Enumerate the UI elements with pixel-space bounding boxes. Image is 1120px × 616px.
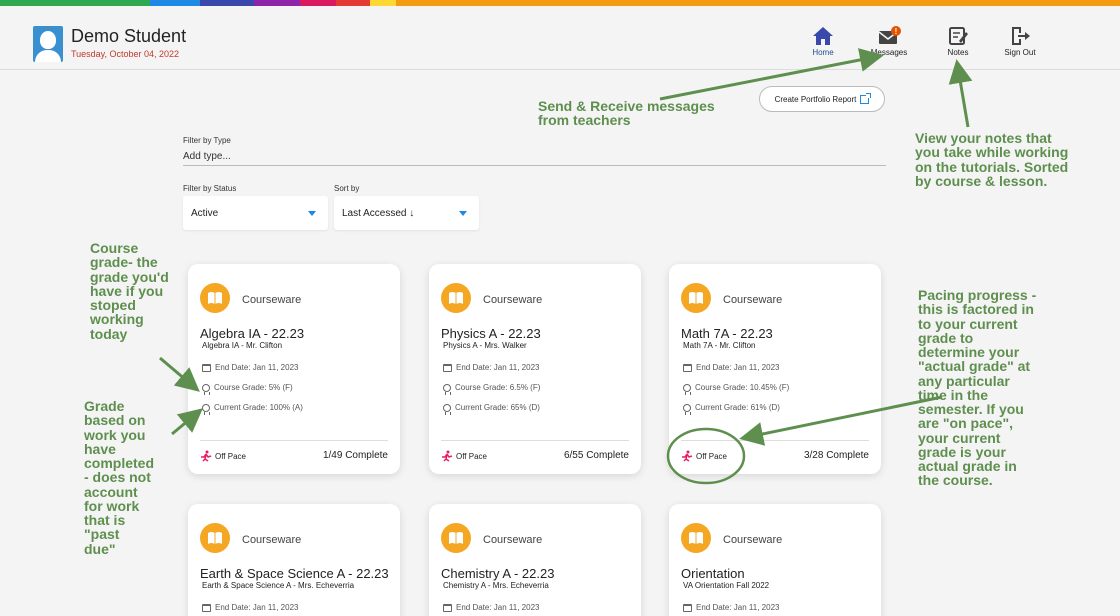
arrow-messages	[659, 48, 884, 101]
annotation-arrows	[159, 48, 973, 485]
pace-highlight-circle	[666, 427, 746, 485]
arrow-pacing	[739, 395, 943, 446]
arrow-notes	[948, 59, 973, 128]
arrow-course-grade	[159, 356, 200, 392]
arrow-current-grade	[171, 408, 203, 436]
